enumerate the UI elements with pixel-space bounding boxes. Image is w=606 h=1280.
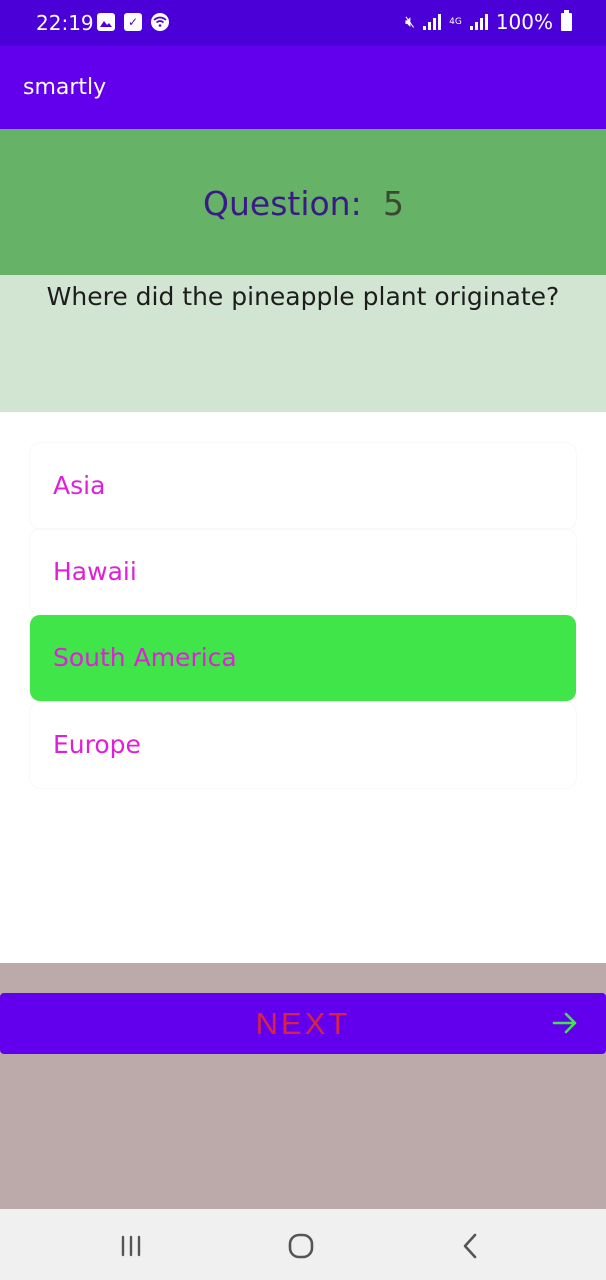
option-label: Hawaii bbox=[53, 557, 137, 586]
next-label: NEXT bbox=[255, 1006, 351, 1041]
home-icon[interactable] bbox=[284, 1229, 318, 1263]
status-time: 22:19 bbox=[36, 11, 94, 35]
question-label: Question: bbox=[203, 184, 362, 223]
option-hawaii[interactable]: Hawaii bbox=[30, 529, 576, 615]
notification-icons: ✓ bbox=[97, 13, 169, 31]
gallery-icon bbox=[97, 13, 115, 31]
option-south-america[interactable]: South America bbox=[30, 615, 576, 701]
signal-icon bbox=[423, 14, 442, 30]
battery-icon bbox=[561, 10, 572, 31]
app-bar: smartly bbox=[0, 46, 606, 129]
arrow-right-icon bbox=[552, 1012, 577, 1034]
mute-icon: 🔇︎ bbox=[405, 12, 416, 31]
wifi-icon bbox=[151, 13, 169, 31]
option-asia[interactable]: Asia bbox=[30, 443, 576, 529]
battery-percentage: 100% bbox=[495, 10, 553, 34]
network-type-label: 4G bbox=[449, 16, 462, 27]
option-europe[interactable]: Europe bbox=[30, 702, 576, 788]
next-button[interactable]: NEXT bbox=[0, 993, 606, 1054]
back-icon[interactable] bbox=[454, 1229, 488, 1263]
signal-icon-2 bbox=[469, 14, 488, 30]
option-label: South America bbox=[53, 643, 237, 672]
option-label: Asia bbox=[53, 471, 106, 500]
app-title: smartly bbox=[23, 75, 107, 100]
question-text: Where did the pineapple plant originate? bbox=[46, 282, 560, 311]
check-icon: ✓ bbox=[124, 13, 142, 31]
recent-apps-icon[interactable] bbox=[114, 1229, 148, 1263]
status-bar: 22:19 ✓ 🔇︎ 4G 100% bbox=[0, 0, 606, 46]
system-status-icons: 🔇︎ 4G 100% bbox=[405, 10, 572, 34]
question-number: 5 bbox=[383, 184, 404, 223]
navigation-bar bbox=[0, 1209, 606, 1280]
option-label: Europe bbox=[53, 730, 141, 759]
